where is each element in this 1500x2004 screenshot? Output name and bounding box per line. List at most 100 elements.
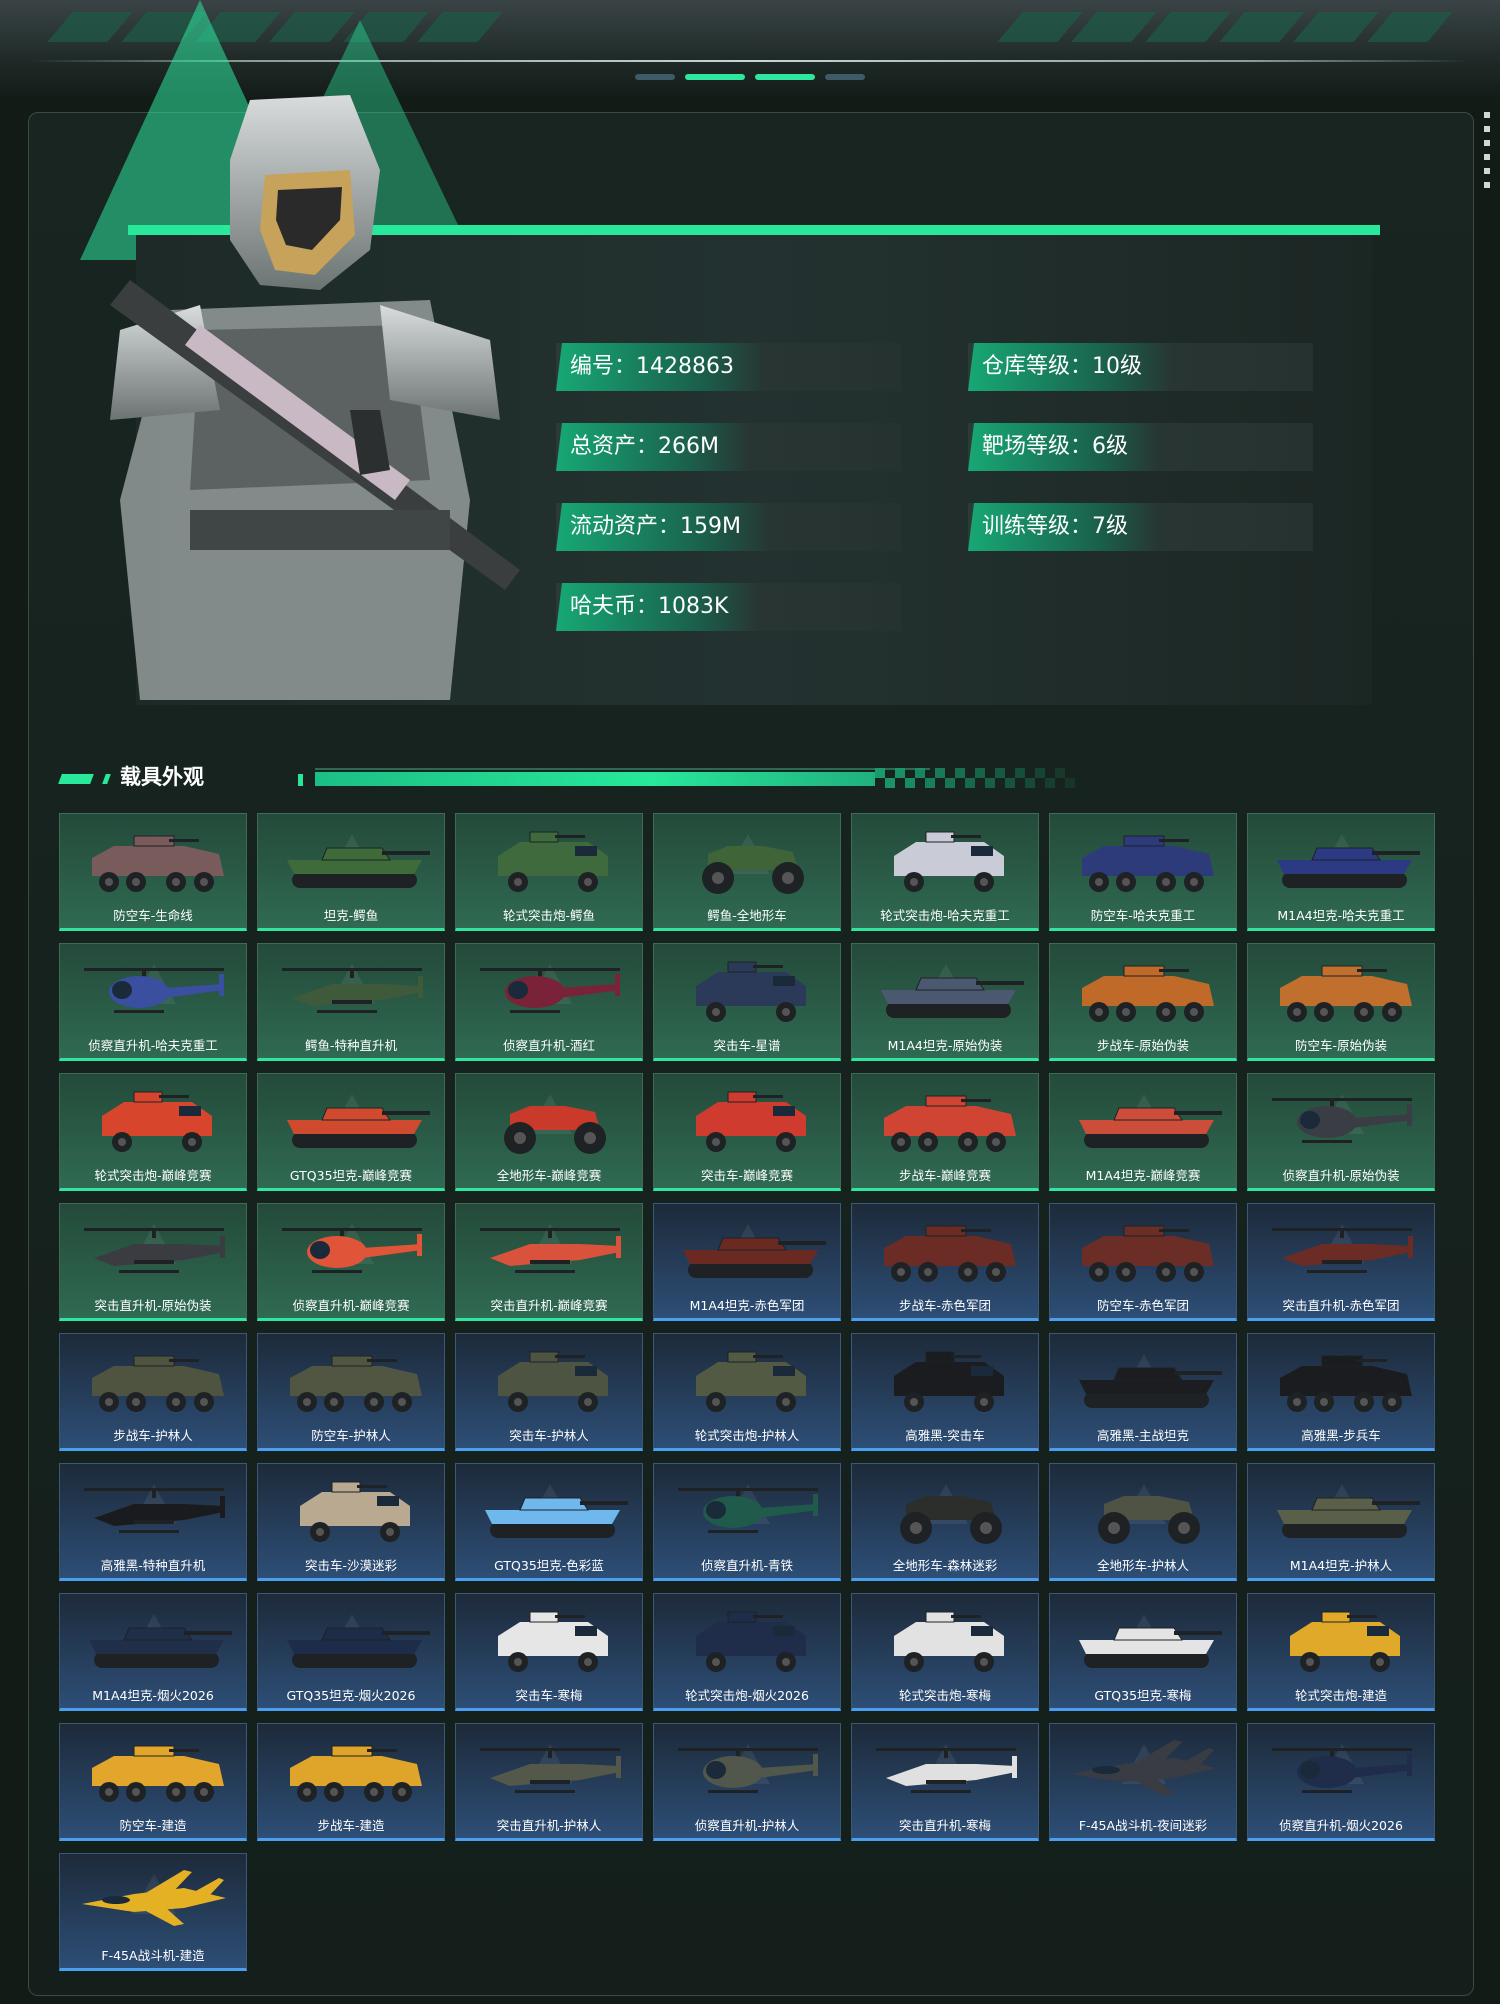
vehicle-skin-card[interactable]: 侦察直升机-烟火2026 <box>1247 1723 1435 1841</box>
vehicle-truck-icon <box>696 1611 806 1672</box>
vehicle-tank-icon <box>1277 1497 1420 1538</box>
vehicle-skin-name: M1A4坦克-护林人 <box>1289 1558 1393 1573</box>
vehicle-skin-card[interactable]: 防空车-建造 <box>59 1723 247 1841</box>
vehicle-skin-card[interactable]: 侦察直升机-原始伪装 <box>1247 1073 1435 1191</box>
vehicle-skin-card[interactable]: 侦察直升机-哈夫克重工 <box>59 943 247 1061</box>
vehicle-skin-card[interactable]: 鳄鱼-全地形车 <box>653 813 841 931</box>
vehicle-apc-icon <box>1280 965 1412 1022</box>
vehicle-skin-card[interactable]: 步战车-巅峰竞赛 <box>851 1073 1039 1191</box>
vehicle-skin-card[interactable]: 侦察直升机-酒红 <box>455 943 643 1061</box>
vehicle-skin-name: 步战车-原始伪装 <box>1096 1038 1189 1053</box>
stat-warehouse-level-label: 仓库等级：10级 <box>968 343 1172 391</box>
vehicle-skin-name: 轮式突击炮-巅峰竞赛 <box>94 1168 212 1183</box>
vehicle-skin-card[interactable]: M1A4坦克-巅峰竞赛 <box>1049 1073 1237 1191</box>
vehicle-skin-name: GTQ35坦克-色彩蓝 <box>494 1558 604 1573</box>
vehicle-skin-card[interactable]: 侦察直升机-护林人 <box>653 1723 841 1841</box>
vehicle-truck-icon <box>498 1611 608 1672</box>
vehicle-skin-card[interactable]: 突击车-星谱 <box>653 943 841 1061</box>
vehicle-skin-name: M1A4坦克-原始伪装 <box>887 1038 1003 1053</box>
vehicle-skin-name: 防空车-生命线 <box>113 908 193 923</box>
vehicle-skin-card[interactable]: 突击车-沙漠迷彩 <box>257 1463 445 1581</box>
vehicle-skin-card[interactable]: 步战车-建造 <box>257 1723 445 1841</box>
vehicle-skin-card[interactable]: 全地形车-巅峰竞赛 <box>455 1073 643 1191</box>
vehicle-attackheli-icon <box>480 1228 621 1273</box>
vehicle-skin-card[interactable]: 突击车-寒梅 <box>455 1593 643 1711</box>
vehicle-skin-card[interactable]: 突击车-护林人 <box>455 1333 643 1451</box>
vehicle-skin-card[interactable]: 高雅黑-主战坦克 <box>1049 1333 1237 1451</box>
vehicle-skin-card[interactable]: 侦察直升机-青铁 <box>653 1463 841 1581</box>
vehicle-skin-card[interactable]: 高雅黑-步兵车 <box>1247 1333 1435 1451</box>
vehicle-skin-name: 防空车-建造 <box>119 1818 187 1833</box>
vehicle-tank-icon <box>1277 847 1420 888</box>
vehicle-skin-card[interactable]: 突击直升机-寒梅 <box>851 1723 1039 1841</box>
vehicle-truck-icon <box>696 1351 806 1412</box>
vehicle-skin-name: 步战车-巅峰竞赛 <box>898 1168 991 1183</box>
vehicle-skin-card[interactable]: M1A4坦克-赤色军团 <box>653 1203 841 1321</box>
vehicle-skin-name: 轮式突击炮-建造 <box>1294 1688 1387 1703</box>
vehicle-skin-card[interactable]: 轮式突击炮-寒梅 <box>851 1593 1039 1711</box>
section-header-vehicle-skins: 载具外观 <box>58 762 1075 792</box>
vehicle-skin-card[interactable]: M1A4坦克-哈夫克重工 <box>1247 813 1435 931</box>
vehicle-skin-card[interactable]: 轮式突击炮-建造 <box>1247 1593 1435 1711</box>
header-center-indicator <box>610 74 890 84</box>
vehicle-skin-card[interactable]: 步战车-护林人 <box>59 1333 247 1451</box>
vehicle-skin-card[interactable]: M1A4坦克-烟火2026 <box>59 1593 247 1711</box>
vehicle-skin-name: 突击车-巅峰竞赛 <box>700 1168 793 1183</box>
vehicle-skin-card[interactable]: 防空车-生命线 <box>59 813 247 931</box>
vehicle-skin-card[interactable]: 坦克-鳄鱼 <box>257 813 445 931</box>
vehicle-skin-card[interactable]: M1A4坦克-护林人 <box>1247 1463 1435 1581</box>
vehicle-skin-card[interactable]: 防空车-原始伪装 <box>1247 943 1435 1061</box>
vehicle-apc-icon <box>1082 1225 1214 1282</box>
vehicle-skin-card[interactable]: 防空车-哈夫克重工 <box>1049 813 1237 931</box>
vehicle-skin-card[interactable]: 轮式突击炮-烟火2026 <box>653 1593 841 1711</box>
vehicle-skin-card[interactable]: 全地形车-森林迷彩 <box>851 1463 1039 1581</box>
vehicle-skin-card[interactable]: 突击直升机-赤色军团 <box>1247 1203 1435 1321</box>
vehicle-tank-icon <box>683 1237 826 1278</box>
operator-portrait <box>110 95 520 700</box>
vehicle-skin-card[interactable]: 突击直升机-巅峰竞赛 <box>455 1203 643 1321</box>
vehicle-skin-name: 侦察直升机-烟火2026 <box>1279 1818 1403 1833</box>
vehicle-skin-name: 侦察直升机-青铁 <box>700 1558 793 1573</box>
vehicle-apc-icon <box>92 1355 224 1412</box>
stat-warehouse-level: 仓库等级：10级 <box>968 343 1313 391</box>
vehicle-attackheli-icon <box>84 1228 225 1273</box>
vehicle-skin-card[interactable]: 高雅黑-突击车 <box>851 1333 1039 1451</box>
vehicle-atv-icon <box>504 1106 606 1154</box>
vehicle-skin-card[interactable]: 轮式突击炮-巅峰竞赛 <box>59 1073 247 1191</box>
vehicle-truck-icon <box>498 1351 608 1412</box>
vehicle-skin-card[interactable]: GTQ35坦克-色彩蓝 <box>455 1463 643 1581</box>
vehicle-skin-card[interactable]: M1A4坦克-原始伪装 <box>851 943 1039 1061</box>
vehicle-skin-card[interactable]: 轮式突击炮-鳄鱼 <box>455 813 643 931</box>
vehicle-skin-name: 鳄鱼-全地形车 <box>707 908 787 923</box>
vehicle-skin-card[interactable]: GTQ35坦克-烟火2026 <box>257 1593 445 1711</box>
vehicle-skin-name: 步战车-赤色军团 <box>898 1298 991 1313</box>
vehicle-skin-card[interactable]: 步战车-赤色军团 <box>851 1203 1039 1321</box>
vehicle-skin-card[interactable]: 突击车-巅峰竞赛 <box>653 1073 841 1191</box>
vehicle-skin-card[interactable]: 全地形车-护林人 <box>1049 1463 1237 1581</box>
section-title: 载具外观 <box>120 765 204 789</box>
vehicle-skin-card[interactable]: 突击直升机-原始伪装 <box>59 1203 247 1321</box>
vehicle-skin-name: M1A4坦克-赤色军团 <box>689 1298 805 1313</box>
vehicle-truck-icon <box>894 1611 1004 1672</box>
vehicle-skin-card[interactable]: 侦察直升机-巅峰竞赛 <box>257 1203 445 1321</box>
vehicle-skin-card[interactable]: 防空车-赤色军团 <box>1049 1203 1237 1321</box>
vehicle-tank-icon <box>1079 1107 1222 1148</box>
vehicle-attackheli-icon <box>876 1748 1017 1793</box>
vehicle-skin-name: 防空车-护林人 <box>311 1428 391 1443</box>
vehicle-skin-card[interactable]: 高雅黑-特种直升机 <box>59 1463 247 1581</box>
vehicle-truck-icon <box>300 1481 410 1542</box>
vehicle-skin-card[interactable]: 轮式突击炮-护林人 <box>653 1333 841 1451</box>
vehicle-skin-name: 全地形车-巅峰竞赛 <box>496 1168 602 1183</box>
vehicle-skin-card[interactable]: 突击直升机-护林人 <box>455 1723 643 1841</box>
vehicle-skin-card[interactable]: GTQ35坦克-寒梅 <box>1049 1593 1237 1711</box>
vehicle-truck-icon <box>498 831 608 892</box>
vehicle-skin-card[interactable]: 鳄鱼-特种直升机 <box>257 943 445 1061</box>
vehicle-tank-icon <box>89 1627 232 1668</box>
vehicle-skin-card[interactable]: F-45A战斗机-夜间迷彩 <box>1049 1723 1237 1841</box>
vehicle-skin-card[interactable]: 防空车-护林人 <box>257 1333 445 1451</box>
vehicle-skin-card[interactable]: GTQ35坦克-巅峰竞赛 <box>257 1073 445 1191</box>
vehicle-truck-icon <box>696 1091 806 1152</box>
vehicle-skin-card[interactable]: F-45A战斗机-建造 <box>59 1853 247 1971</box>
vehicle-skin-card[interactable]: 步战车-原始伪装 <box>1049 943 1237 1061</box>
vehicle-skin-card[interactable]: 轮式突击炮-哈夫克重工 <box>851 813 1039 931</box>
